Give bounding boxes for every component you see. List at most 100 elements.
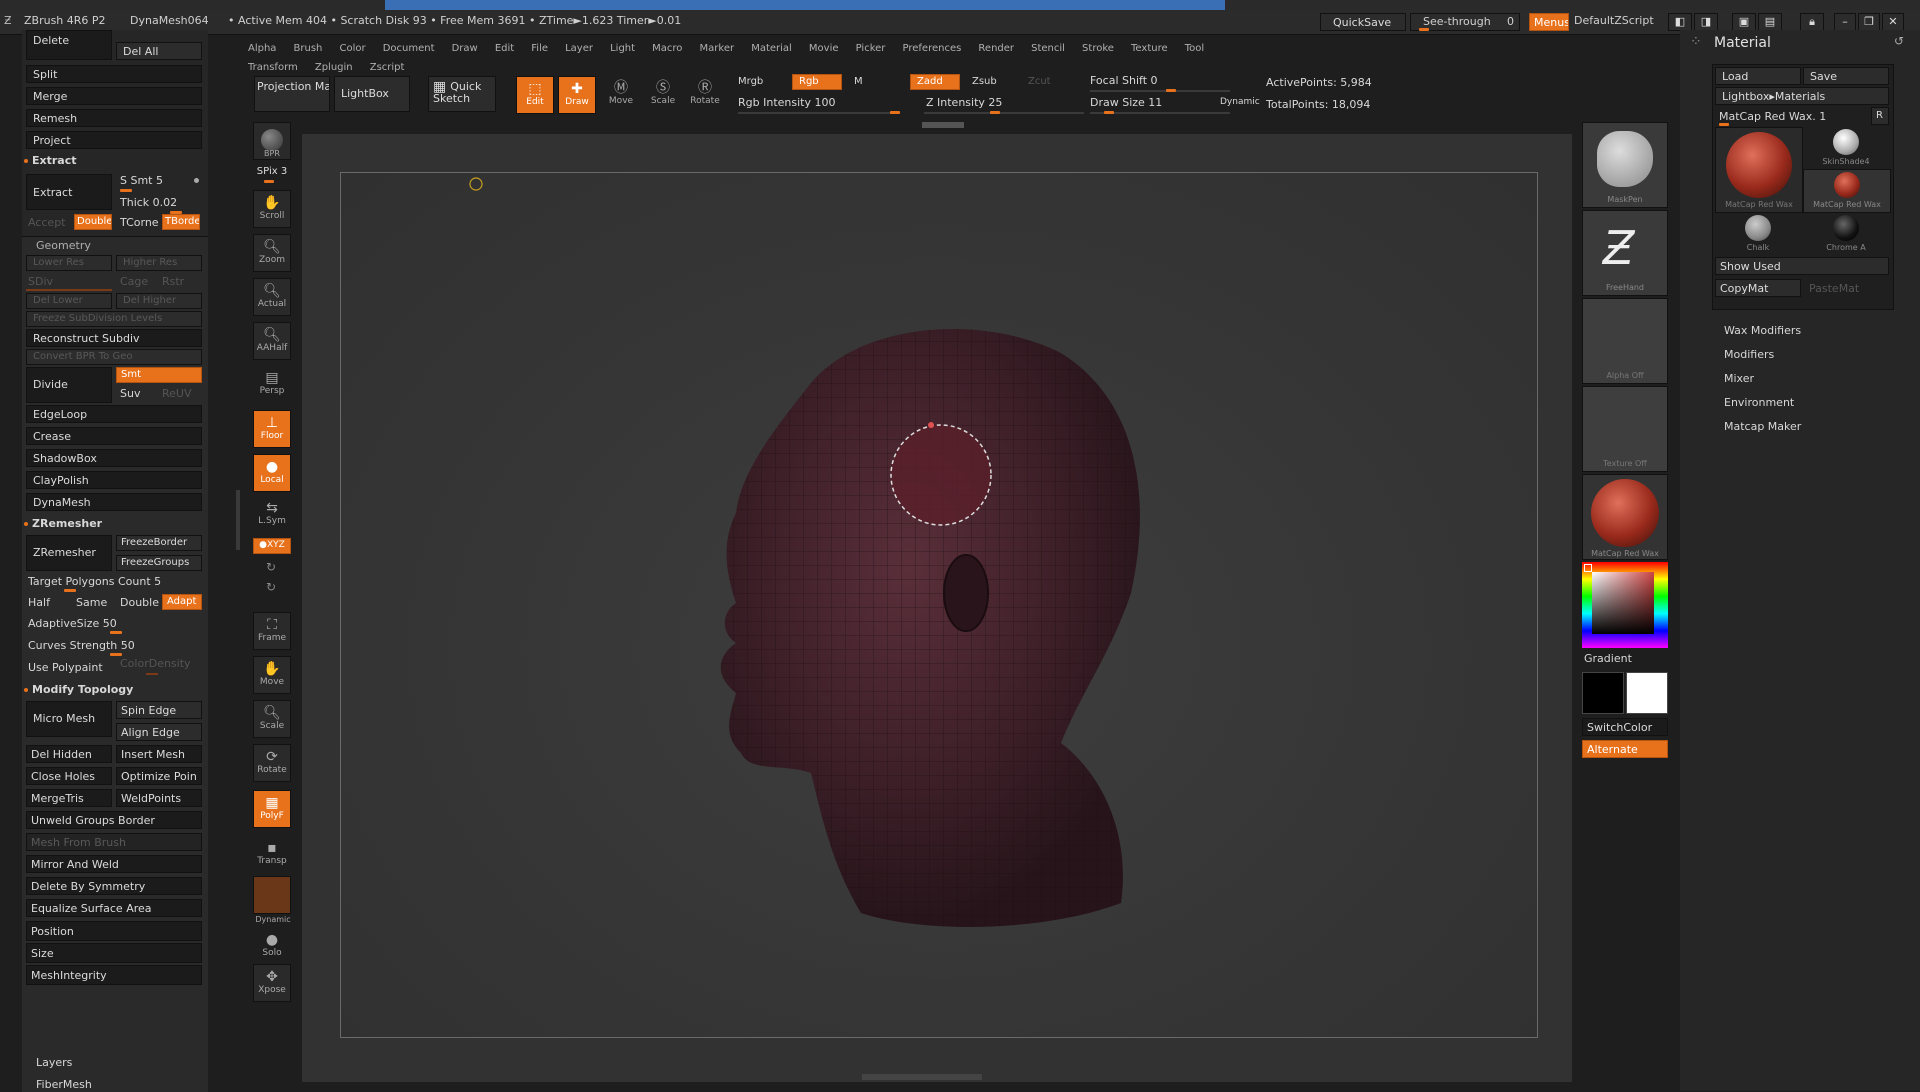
extract-button[interactable]: Extract: [26, 174, 112, 210]
see-through-slider[interactable]: See-through 0: [1410, 13, 1520, 31]
matcap-small-thumb[interactable]: MatCap Red Wax: [1803, 169, 1891, 213]
suv-button[interactable]: Suv: [120, 387, 140, 400]
del-hidden-button[interactable]: Del Hidden: [26, 745, 112, 763]
actual-button[interactable]: 🔍︎ Actual: [253, 278, 291, 316]
menu-marker[interactable]: Marker: [700, 43, 735, 54]
menu-picker[interactable]: Picker: [856, 43, 886, 54]
frame-button[interactable]: ⛶ Frame: [253, 612, 291, 650]
shadowbox-button[interactable]: ShadowBox: [26, 449, 202, 467]
focal-shift-slider[interactable]: Focal Shift 0: [1090, 74, 1158, 87]
layout-icon-3[interactable]: ▣: [1732, 13, 1756, 31]
accept-button[interactable]: Accept: [28, 216, 66, 229]
rgb-intensity-slider[interactable]: Rgb Intensity 100: [738, 96, 835, 109]
cage-button[interactable]: Cage: [120, 275, 148, 288]
viewport-area[interactable]: [302, 122, 1572, 1082]
menu-light[interactable]: Light: [610, 43, 635, 54]
del-lower-button[interactable]: Del Lower: [26, 293, 112, 309]
remesh-button[interactable]: Remesh: [26, 109, 202, 127]
freehand-stroke-thumb[interactable]: Ƶ FreeHand: [1582, 210, 1668, 296]
freeze-groups-button[interactable]: FreezeGroups: [116, 555, 202, 571]
xyz-button[interactable]: ●XYZ: [253, 538, 291, 554]
menu-file[interactable]: File: [531, 43, 548, 54]
insert-mesh-button[interactable]: Insert Mesh: [116, 745, 202, 763]
load-material-button[interactable]: Load: [1715, 67, 1801, 85]
menu-edit[interactable]: Edit: [495, 43, 514, 54]
higher-res-button[interactable]: Higher Res: [116, 255, 202, 271]
edgeloop-button[interactable]: EdgeLoop: [26, 405, 202, 423]
copymat-button[interactable]: CopyMat: [1715, 279, 1801, 297]
wax-modifiers-section[interactable]: Wax Modifiers: [1724, 324, 1801, 337]
rotate-z-icon[interactable]: ↻: [266, 580, 276, 594]
unweld-groups-button[interactable]: Unweld Groups Border: [26, 811, 202, 829]
layout-icon-2[interactable]: ◨: [1694, 13, 1718, 31]
convert-bpr-button[interactable]: Convert BPR To Geo: [26, 349, 202, 365]
transp-button[interactable]: ▪ Transp: [253, 836, 291, 870]
draw-size-slider[interactable]: Draw Size 11: [1090, 96, 1162, 109]
zremesher-button[interactable]: ZRemesher: [26, 535, 112, 571]
move-view-button[interactable]: ✋ Move: [253, 656, 291, 694]
layout-icon-4[interactable]: ▤: [1758, 13, 1782, 31]
delete-by-symmetry-button[interactable]: Delete By Symmetry: [26, 877, 202, 895]
menu-layer[interactable]: Layer: [565, 43, 593, 54]
menu-macro[interactable]: Macro: [652, 43, 682, 54]
color-picker-square[interactable]: [1592, 572, 1654, 634]
adapt-button[interactable]: Adapt: [162, 594, 202, 610]
position-section[interactable]: Position: [26, 921, 202, 941]
menu-preferences[interactable]: Preferences: [903, 43, 962, 54]
smt-button[interactable]: Smt: [116, 367, 202, 383]
menus-button[interactable]: Menus: [1529, 13, 1569, 31]
tcorne-button[interactable]: TCorne: [120, 216, 159, 229]
quick-sketch-button[interactable]: ▦ Quick Sketch: [428, 76, 496, 112]
close-holes-button[interactable]: Close Holes: [26, 767, 112, 785]
use-polypaint-button[interactable]: Use Polypaint: [28, 661, 103, 674]
zsub-button[interactable]: Zsub: [972, 76, 997, 87]
move-button[interactable]: Ⓜ Move: [602, 76, 640, 114]
menu-tool[interactable]: Tool: [1185, 43, 1204, 54]
color-picker[interactable]: [1582, 562, 1668, 648]
pastemat-button[interactable]: PasteMat: [1809, 282, 1859, 295]
mirror-and-weld-button[interactable]: Mirror And Weld: [26, 855, 202, 873]
aahalf-button[interactable]: 🔍︎ AAHalf: [253, 322, 291, 360]
material-panel-grip-icon[interactable]: ⁘: [1690, 34, 1702, 50]
menu-texture[interactable]: Texture: [1131, 43, 1168, 54]
fibermesh-section[interactable]: FiberMesh: [36, 1078, 92, 1091]
dynamic-button[interactable]: Dynamic: [253, 876, 291, 924]
project-button[interactable]: Project: [26, 131, 202, 149]
maskpen-brush-thumb[interactable]: MaskPen: [1582, 122, 1668, 208]
menu-draw[interactable]: Draw: [452, 43, 478, 54]
half-button[interactable]: Half: [28, 596, 50, 609]
skinshade-thumb[interactable]: SkinShade4: [1803, 127, 1889, 167]
solo-button[interactable]: ● Solo: [253, 932, 291, 960]
projection-master-button[interactable]: Projection Master: [254, 76, 330, 112]
document-canvas[interactable]: [340, 172, 1538, 1038]
spix-slider[interactable]: SPix 3: [242, 166, 302, 177]
sdiv-slider[interactable]: SDiv: [28, 275, 53, 288]
scroll-handle-bottom[interactable]: [862, 1074, 982, 1080]
xpose-button[interactable]: ✥ Xpose: [253, 964, 291, 1002]
del-higher-button[interactable]: Del Higher: [116, 293, 202, 309]
material-panel-reset-icon[interactable]: ↺: [1894, 34, 1904, 48]
equalize-surface-button[interactable]: Equalize Surface Area: [26, 899, 202, 917]
scale-button[interactable]: Ⓢ Scale: [644, 76, 682, 114]
double-button[interactable]: Double: [74, 214, 112, 230]
polyf-button[interactable]: ▦ PolyF: [253, 790, 291, 828]
menu-alpha[interactable]: Alpha: [248, 43, 276, 54]
same-button[interactable]: Same: [76, 596, 107, 609]
show-used-button[interactable]: Show Used: [1715, 257, 1889, 275]
modifiers-section[interactable]: Modifiers: [1724, 348, 1774, 361]
split-button[interactable]: Split: [26, 65, 202, 83]
material-thumb[interactable]: MatCap Red Wax: [1582, 474, 1668, 560]
rstr-button[interactable]: Rstr: [162, 275, 184, 288]
minimize-icon[interactable]: –: [1834, 13, 1856, 31]
mixer-section[interactable]: Mixer: [1724, 372, 1754, 385]
switch-color-button[interactable]: SwitchColor: [1582, 718, 1668, 736]
floor-button[interactable]: ⊥ Floor: [253, 410, 291, 448]
zremesher-section-header[interactable]: ZRemesher: [24, 517, 102, 530]
lightbox-materials-button[interactable]: Lightbox▸Materials: [1715, 87, 1889, 105]
alpha-thumb[interactable]: Alpha Off: [1582, 298, 1668, 384]
menu-stencil[interactable]: Stencil: [1031, 43, 1065, 54]
rotate-view-button[interactable]: ⟳ Rotate: [253, 744, 291, 782]
texture-thumb[interactable]: Texture Off: [1582, 386, 1668, 472]
bpr-button[interactable]: BPR: [253, 122, 291, 160]
main-color-swatch[interactable]: [1582, 672, 1624, 714]
